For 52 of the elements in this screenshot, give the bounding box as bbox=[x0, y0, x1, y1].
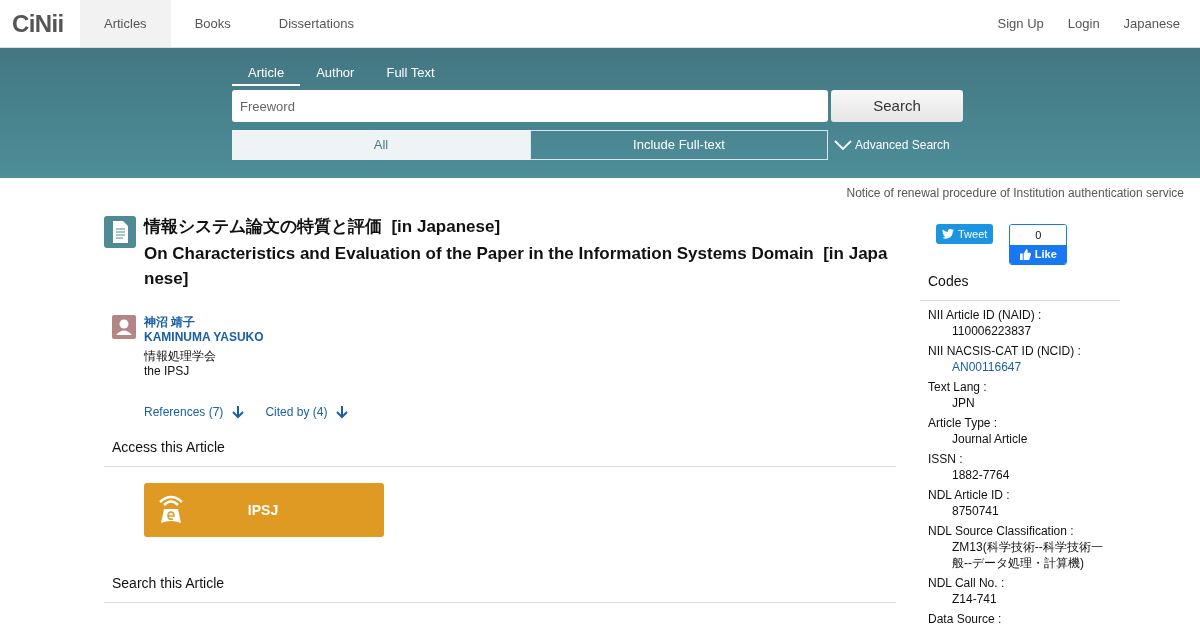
header-link[interactable]: Sign Up bbox=[985, 0, 1056, 47]
code-value: 110006223837 bbox=[951, 323, 1033, 339]
code-value: ZM13(科学技術--科学技術一般--データ処理・計算機) bbox=[951, 539, 1104, 571]
code-value: 8750741 bbox=[951, 503, 1000, 519]
code-value: Journal Article bbox=[951, 431, 1029, 447]
code-value-link[interactable]: AN00116647 bbox=[928, 359, 1112, 375]
advanced-search-link[interactable]: Advanced Search bbox=[834, 136, 950, 154]
code-label: NDL Call No. : bbox=[928, 575, 1006, 591]
scope-toggle[interactable]: All bbox=[232, 130, 530, 160]
thumbs-up-icon bbox=[1019, 249, 1031, 260]
bird-icon bbox=[942, 229, 954, 239]
section-link[interactable]: Cited by (4) bbox=[265, 403, 350, 421]
search-button[interactable]: Search bbox=[831, 90, 963, 122]
chevron-down-icon bbox=[834, 140, 852, 150]
header-link[interactable]: Japanese bbox=[1111, 0, 1200, 47]
code-label: Text Lang : bbox=[928, 379, 988, 395]
search-tab[interactable]: Author bbox=[300, 62, 371, 86]
document-icon bbox=[104, 216, 136, 248]
code-label: Data Source : bbox=[928, 611, 1003, 627]
article-title-english: On Characteristics and Evaluation of the Paper in the Information Systems Domain [in Japanese] bbox=[144, 243, 888, 290]
code-label: NII NACSIS-CAT ID (NCID) : bbox=[928, 343, 1082, 359]
code-value: 1882-7764 bbox=[951, 467, 1011, 483]
code-label: NII Article ID (NAID) : bbox=[928, 307, 1043, 323]
publisher-name: the IPSJ bbox=[144, 364, 191, 379]
search-tab[interactable]: Full Text bbox=[370, 62, 451, 86]
site-logo[interactable]: CiNii bbox=[0, 0, 80, 47]
search-field[interactable]: Freeword bbox=[232, 90, 828, 122]
header-link[interactable]: Login bbox=[1055, 0, 1112, 47]
author-link[interactable]: KAMINUMA YASUKO bbox=[144, 330, 264, 345]
code-label: ISSN : bbox=[928, 451, 964, 467]
arrow-down-icon bbox=[335, 405, 350, 419]
section-heading: Access this Article bbox=[104, 437, 896, 467]
arrow-down-icon bbox=[231, 405, 246, 419]
scope-toggle[interactable]: Include Full-text bbox=[530, 130, 828, 160]
notice-link[interactable]: Notice of renewal procedure of Institution authentication service bbox=[846, 184, 1184, 202]
person-avatar-icon bbox=[112, 315, 136, 339]
code-label: NDL Source Classification : bbox=[928, 523, 1075, 539]
article-title-japanese: 情報システム論文の特質と評価 [in Japanese] bbox=[144, 216, 502, 238]
code-value: JPN bbox=[951, 395, 976, 411]
code-value: Z14-741 bbox=[951, 591, 998, 607]
section-link[interactable]: References (7) bbox=[144, 403, 246, 421]
nav-tab[interactable]: Dissertations bbox=[254, 0, 378, 47]
code-label: NDL Article ID : bbox=[928, 487, 1011, 503]
nav-tab[interactable]: Articles bbox=[80, 0, 171, 47]
publisher-name: 情報処理学会 bbox=[144, 349, 217, 364]
nav-tab[interactable]: Books bbox=[170, 0, 255, 47]
like-button[interactable]: Like bbox=[1010, 245, 1067, 264]
code-label: Article Type : bbox=[928, 415, 999, 431]
section-heading: Search this Article bbox=[104, 573, 896, 603]
author-link[interactable]: 神沼 靖子 bbox=[144, 315, 264, 330]
search-tab[interactable]: Article bbox=[232, 62, 301, 86]
sidebar-heading: Codes bbox=[920, 271, 1120, 301]
